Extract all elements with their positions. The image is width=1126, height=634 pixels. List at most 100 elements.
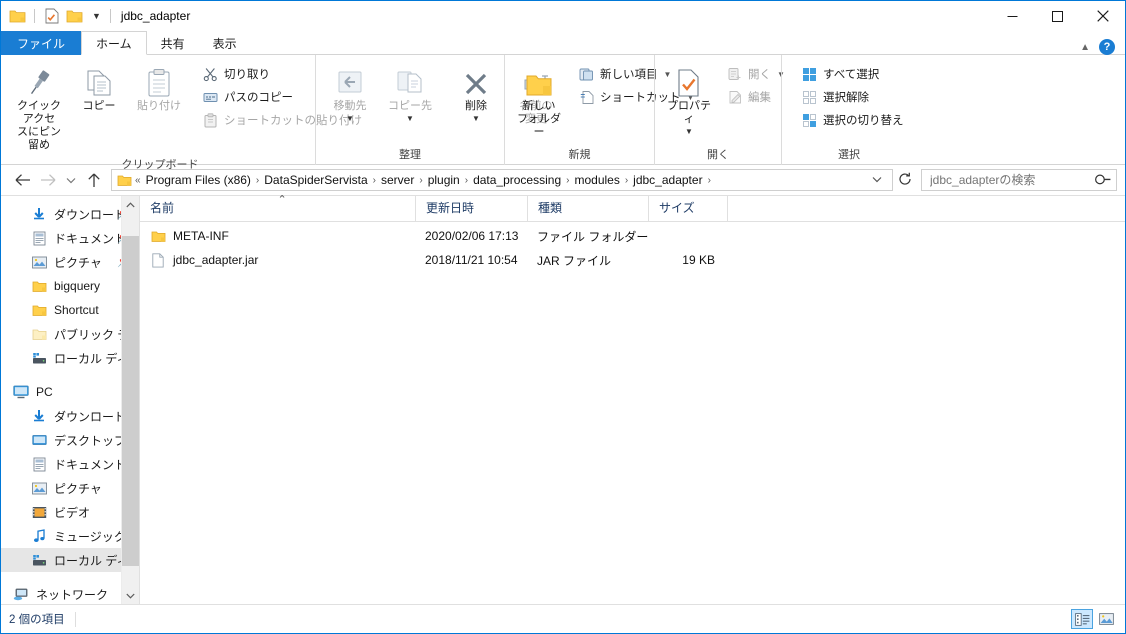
pin-to-quick-access-button[interactable]: クイック アクセ スにピン留め bbox=[9, 61, 69, 155]
table-row[interactable]: jdbc_adapter.jar 2018/11/21 10:54 JAR ファ… bbox=[140, 248, 1125, 272]
sidebar-item-shortcut[interactable]: Shortcut bbox=[1, 298, 139, 322]
collapse-ribbon-icon[interactable]: ▲ bbox=[1080, 42, 1090, 53]
sidebar-item-label: Shortcut bbox=[54, 303, 99, 317]
column-header-name[interactable]: 名前 bbox=[140, 188, 415, 221]
copy-button[interactable]: コピー bbox=[69, 61, 129, 116]
help-icon[interactable]: ? bbox=[1099, 39, 1115, 55]
breadcrumb-overflow[interactable]: « bbox=[134, 175, 142, 186]
column-header-type[interactable]: 種類 bbox=[527, 196, 648, 221]
new-folder-button[interactable]: 新しい フォルダー bbox=[509, 61, 569, 142]
sidebar-item-documents-quick[interactable]: ドキュメント 📌 bbox=[1, 226, 139, 250]
explorer-content: ダウンロード 📌 ドキュメント 📌 ピクチャ 📌 bbox=[1, 188, 1125, 604]
properties-dropdown-icon[interactable]: ▼ bbox=[685, 125, 693, 138]
sidebar-item-label: ダウンロード bbox=[54, 409, 127, 424]
navigation-scrollbar[interactable] bbox=[121, 196, 139, 604]
address-dropdown-icon[interactable] bbox=[865, 175, 889, 186]
scrollbar-thumb[interactable] bbox=[122, 236, 139, 566]
search-input[interactable] bbox=[928, 172, 1096, 188]
sidebar-item-network[interactable]: ネットワーク bbox=[1, 582, 139, 604]
pin-label-line2: スにピン留め bbox=[17, 126, 61, 151]
paste-label: 貼り付け bbox=[137, 100, 181, 112]
scroll-down-button[interactable] bbox=[122, 587, 139, 604]
open-button[interactable]: 開く ▼ bbox=[721, 63, 790, 85]
videos-icon bbox=[29, 506, 49, 519]
copy-to-dropdown-icon[interactable]: ▼ bbox=[406, 112, 414, 125]
sidebar-item-downloads-quick[interactable]: ダウンロード 📌 bbox=[1, 202, 139, 226]
properties-icon[interactable] bbox=[43, 8, 60, 25]
refresh-button[interactable] bbox=[893, 172, 917, 189]
sidebar-item-local-disk-quick[interactable]: ローカル ディスク (C bbox=[1, 346, 139, 370]
tab-share[interactable]: 共有 bbox=[147, 31, 199, 55]
properties-button[interactable]: プロパティ ▼ bbox=[659, 61, 719, 141]
move-to-icon bbox=[335, 64, 365, 98]
sidebar-item-desktop[interactable]: デスクトップ bbox=[1, 428, 139, 452]
sidebar-item-music[interactable]: ミュージック bbox=[1, 524, 139, 548]
invert-selection-icon bbox=[801, 112, 818, 129]
move-to-button[interactable]: 移動先 ▼ bbox=[320, 61, 380, 128]
pictures-icon bbox=[29, 256, 49, 269]
sidebar-item-public-desktop[interactable]: パブリック デスクトッ bbox=[1, 322, 139, 346]
tab-view[interactable]: 表示 bbox=[199, 31, 251, 55]
file-rows: META-INF 2020/02/06 17:13 ファイル フォルダー jdb… bbox=[140, 222, 1125, 604]
breadcrumb-item-program-files[interactable]: Program Files (x86) bbox=[142, 173, 255, 187]
sidebar-item-bigquery[interactable]: bigquery bbox=[1, 274, 139, 298]
select-all-button[interactable]: すべて選択 bbox=[796, 63, 909, 85]
breadcrumb-item-modules[interactable]: modules bbox=[570, 173, 623, 187]
properties-label: プロパティ bbox=[667, 100, 711, 125]
column-header-filler bbox=[727, 196, 1125, 221]
move-to-dropdown-icon[interactable]: ▼ bbox=[346, 112, 354, 125]
new-folder-icon[interactable] bbox=[66, 8, 83, 25]
column-header-modified[interactable]: 更新日時 bbox=[415, 196, 527, 221]
maximize-button[interactable] bbox=[1035, 1, 1080, 31]
large-icons-view-button[interactable] bbox=[1095, 609, 1117, 629]
sidebar-item-local-disk[interactable]: ローカル ディスク (C bbox=[1, 548, 139, 572]
column-headers: 名前 更新日時 種類 サイズ bbox=[140, 188, 1125, 222]
column-header-size[interactable]: サイズ bbox=[648, 196, 727, 221]
ribbon-group-organize: 移動先 ▼ コピー先 ▼ 削除 ▼ 名前の 変更 整理 bbox=[315, 55, 553, 165]
breadcrumb-item-plugin[interactable]: plugin bbox=[424, 173, 464, 187]
explorer-folder-icon[interactable] bbox=[9, 8, 26, 25]
cut-label: 切り取り bbox=[224, 69, 270, 81]
sidebar-item-documents[interactable]: ドキュメント bbox=[1, 452, 139, 476]
file-name-text: jdbc_adapter.jar bbox=[173, 253, 259, 267]
ribbon: クイック アクセ スにピン留め コピー 貼り付け 切り取り パスのコピー ショー… bbox=[1, 55, 1125, 171]
table-row[interactable]: META-INF 2020/02/06 17:13 ファイル フォルダー bbox=[140, 224, 1125, 248]
file-name-cell[interactable]: jdbc_adapter.jar bbox=[140, 252, 415, 268]
qat-dropdown-icon[interactable]: ▼ bbox=[89, 11, 104, 21]
search-box[interactable] bbox=[921, 169, 1117, 191]
breadcrumb-item-dataspiderservista[interactable]: DataSpiderServista bbox=[260, 173, 371, 187]
sidebar-item-pictures-quick[interactable]: ピクチャ 📌 bbox=[1, 250, 139, 274]
delete-dropdown-icon[interactable]: ▼ bbox=[472, 112, 480, 125]
scroll-up-button[interactable] bbox=[122, 196, 139, 213]
invert-selection-button[interactable]: 選択の切り替え bbox=[796, 109, 909, 131]
sidebar-item-pictures[interactable]: ピクチャ bbox=[1, 476, 139, 500]
delete-button[interactable]: 削除 ▼ bbox=[446, 61, 506, 128]
breadcrumb-item-jdbc-adapter[interactable]: jdbc_adapter bbox=[629, 173, 706, 187]
breadcrumb-item-data-processing[interactable]: data_processing bbox=[469, 173, 565, 187]
sidebar-item-pc[interactable]: PC bbox=[1, 380, 139, 404]
copy-to-button[interactable]: コピー先 ▼ bbox=[380, 61, 440, 128]
select-all-label: すべて選択 bbox=[823, 69, 880, 81]
sidebar-item-videos[interactable]: ビデオ bbox=[1, 500, 139, 524]
close-button[interactable] bbox=[1080, 1, 1125, 31]
paste-button[interactable]: 貼り付け bbox=[129, 61, 189, 116]
breadcrumb-separator[interactable]: › bbox=[707, 175, 712, 186]
tab-file[interactable]: ファイル bbox=[1, 31, 82, 55]
drive-icon bbox=[29, 352, 49, 365]
network-icon bbox=[11, 587, 31, 601]
navigation-pane: ダウンロード 📌 ドキュメント 📌 ピクチャ 📌 bbox=[1, 196, 139, 604]
copy-path-icon bbox=[202, 89, 219, 106]
details-view-button[interactable] bbox=[1071, 609, 1093, 629]
new-folder-label-line2: フォルダー bbox=[517, 113, 561, 138]
edit-button[interactable]: 編集 bbox=[721, 86, 790, 108]
minimize-button[interactable] bbox=[990, 1, 1035, 31]
file-name-text: META-INF bbox=[173, 229, 229, 243]
breadcrumb-item-server[interactable]: server bbox=[377, 173, 418, 187]
sidebar-item-downloads[interactable]: ダウンロード bbox=[1, 404, 139, 428]
tab-home[interactable]: ホーム bbox=[81, 31, 147, 55]
file-modified-cell: 2018/11/21 10:54 bbox=[425, 253, 518, 267]
folder-icon bbox=[29, 280, 49, 293]
select-none-button[interactable]: 選択解除 bbox=[796, 86, 909, 108]
window-title: jdbc_adapter bbox=[120, 9, 191, 23]
file-name-cell[interactable]: META-INF bbox=[140, 228, 415, 244]
